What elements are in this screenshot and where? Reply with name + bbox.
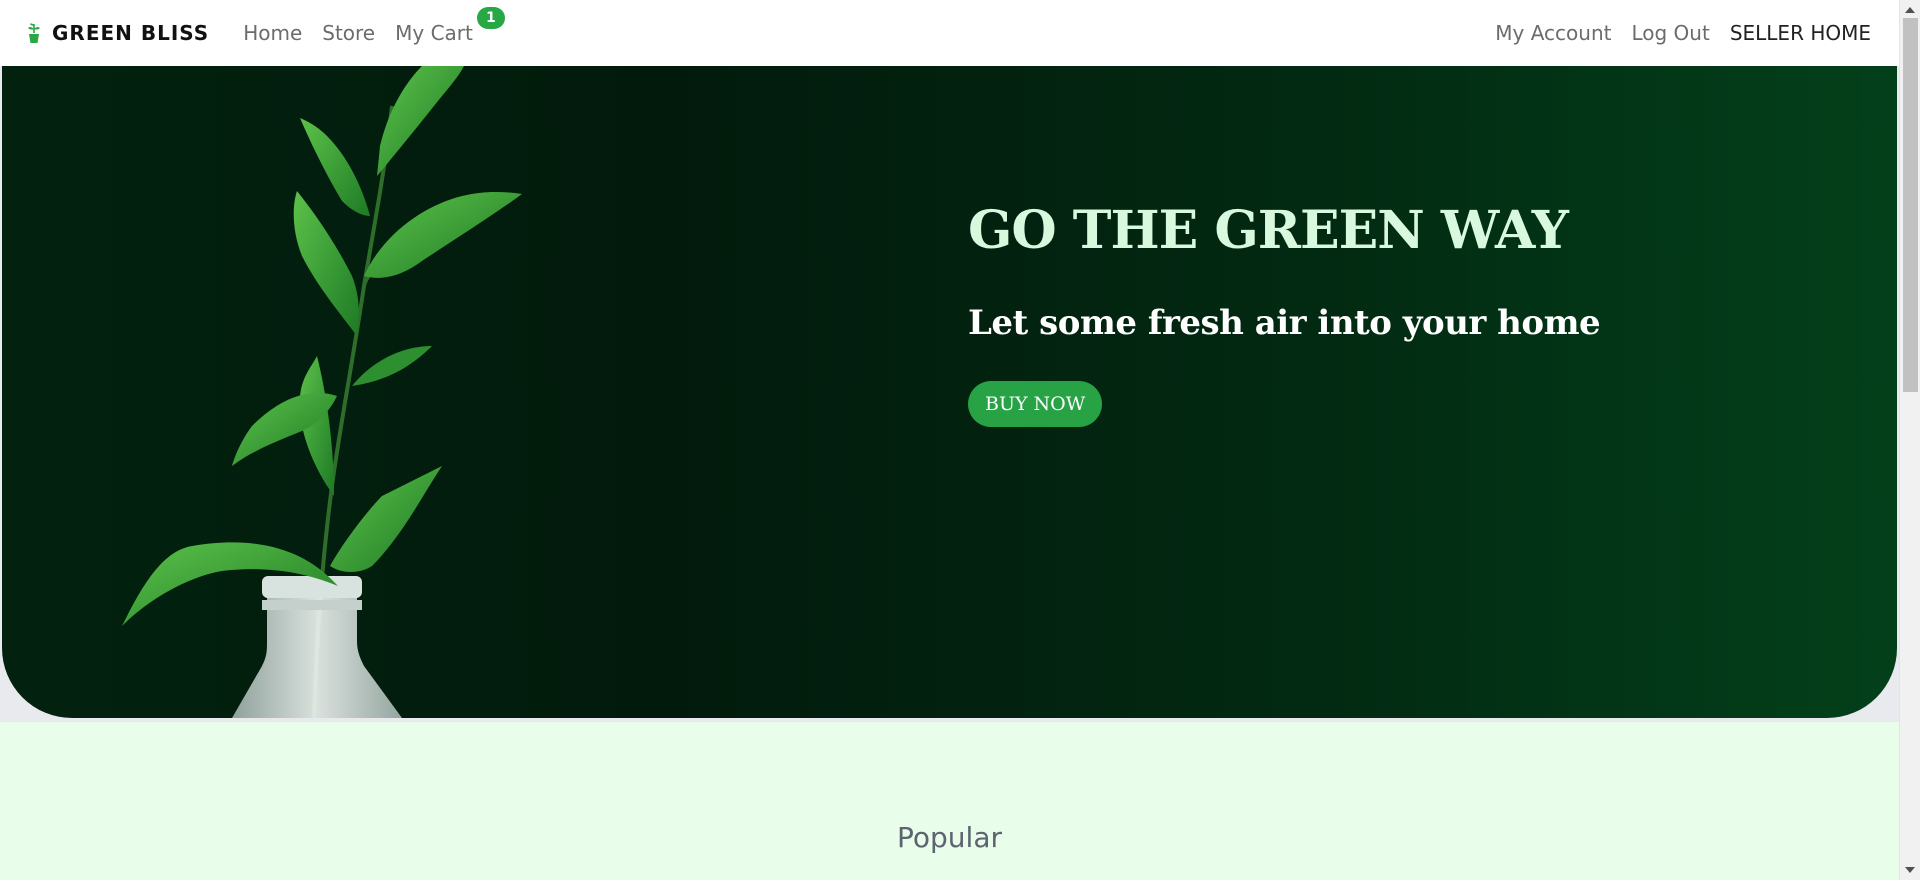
cart-count-badge: 1	[476, 7, 505, 29]
top-navbar: GREEN BLISS Home Store My Cart 1 My Acco…	[0, 0, 1899, 66]
nav-my-account-link[interactable]: My Account	[1495, 21, 1611, 45]
brand-name: GREEN BLISS	[52, 21, 210, 45]
nav-logout-link[interactable]: Log Out	[1631, 21, 1709, 45]
nav-home-link[interactable]: Home	[243, 21, 302, 45]
scroll-up-arrow-icon[interactable]	[1905, 7, 1915, 13]
hero-text-block: GO THE GREEN WAY Let some fresh air into…	[968, 200, 1601, 427]
scrollbar-thumb[interactable]	[1903, 18, 1918, 392]
buy-now-button[interactable]: BUY NOW	[968, 381, 1103, 427]
nav-seller-home-link[interactable]: SELLER HOME	[1730, 21, 1871, 45]
hero-plant-image	[122, 66, 522, 718]
nav-cart-label: My Cart	[395, 21, 473, 45]
popular-section: Popular	[0, 722, 1899, 880]
nav-cart-link[interactable]: My Cart 1	[395, 7, 505, 45]
nav-left: Home Store My Cart 1	[243, 7, 505, 45]
vertical-scrollbar[interactable]	[1899, 0, 1920, 880]
nav-right: My Account Log Out SELLER HOME	[1475, 21, 1871, 45]
hero-subtitle: Let some fresh air into your home	[968, 303, 1601, 343]
popular-section-title: Popular	[897, 821, 1002, 854]
nav-store-link[interactable]: Store	[322, 21, 375, 45]
scroll-down-arrow-icon[interactable]	[1905, 867, 1915, 873]
hero-title: GO THE GREEN WAY	[968, 200, 1569, 261]
hero-banner: GO THE GREEN WAY Let some fresh air into…	[2, 66, 1897, 718]
plant-pot-icon	[26, 21, 42, 45]
brand-link[interactable]: GREEN BLISS	[26, 21, 209, 45]
page: GREEN BLISS Home Store My Cart 1 My Acco…	[0, 0, 1899, 880]
